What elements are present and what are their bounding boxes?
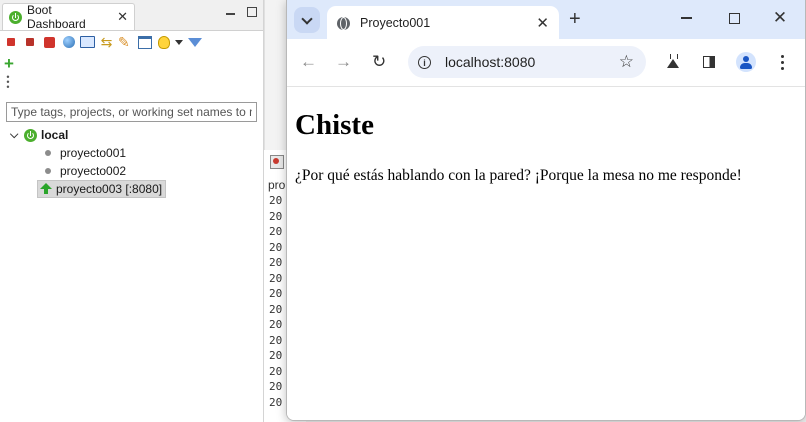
start-icon[interactable] bbox=[4, 35, 19, 50]
port-forward-icon[interactable]: ⇆ bbox=[99, 34, 114, 50]
chrome-titlebar: Proyecto001 ✕ + ✕ bbox=[287, 0, 805, 40]
bookmark-star-icon[interactable]: ☆ bbox=[619, 52, 634, 72]
new-tab-button[interactable]: + bbox=[569, 8, 581, 30]
forward-button[interactable]: → bbox=[335, 53, 352, 71]
console-output: 20 20 20 20 20 20 20 20 20 20 20 20 20 2… bbox=[269, 193, 282, 410]
boot-dashboard-toolbar: ⇆ ✎ bbox=[0, 31, 263, 53]
minimize-icon bbox=[680, 17, 692, 19]
minimize-button[interactable] bbox=[678, 10, 694, 26]
tree-item-label: proyecto001 bbox=[60, 146, 127, 160]
console-line: 20 bbox=[269, 302, 283, 316]
properties-icon[interactable] bbox=[137, 35, 152, 50]
open-console-icon[interactable] bbox=[80, 35, 95, 50]
site-info-icon[interactable]: i bbox=[418, 55, 431, 69]
labs-flask-icon[interactable] bbox=[667, 54, 679, 68]
stopped-status-icon bbox=[45, 150, 51, 156]
omnibox[interactable]: i localhost:8080 ☆ bbox=[408, 46, 646, 78]
tree-item-proyecto002[interactable]: proyecto002 bbox=[0, 162, 263, 180]
chevron-down-icon[interactable] bbox=[175, 35, 183, 50]
more-options-icon[interactable]: • • • bbox=[4, 72, 12, 91]
tree-node-label: local bbox=[41, 128, 69, 142]
add-icon[interactable]: + bbox=[4, 55, 19, 72]
close-icon[interactable]: ✕ bbox=[117, 9, 128, 25]
view-window-controls bbox=[226, 7, 257, 17]
lightbulb-icon[interactable] bbox=[156, 35, 171, 50]
console-line: 20 bbox=[269, 225, 283, 238]
chevron-down-icon[interactable]: ⌵ bbox=[10, 129, 20, 142]
tab-search-button[interactable] bbox=[294, 7, 320, 33]
reload-button[interactable]: ↻ bbox=[372, 53, 386, 71]
spring-boot-icon bbox=[9, 10, 22, 24]
edit-icon[interactable]: ✎ bbox=[118, 34, 133, 50]
maximize-icon[interactable] bbox=[247, 7, 257, 17]
open-browser-icon[interactable] bbox=[61, 35, 76, 50]
filter-input[interactable] bbox=[6, 102, 257, 122]
tree-item-proyecto001[interactable]: proyecto001 bbox=[0, 144, 263, 162]
page-heading: Chiste bbox=[295, 109, 374, 141]
console-line: 20 bbox=[269, 271, 283, 285]
console-line: 20 bbox=[269, 194, 283, 207]
console-line: 20 bbox=[269, 318, 283, 331]
console-line: 20 bbox=[269, 256, 283, 269]
tree-item-label: proyecto003 [:8080] bbox=[56, 182, 163, 196]
console-icon[interactable] bbox=[270, 155, 284, 169]
spring-boot-icon bbox=[24, 128, 37, 142]
running-arrow-icon bbox=[40, 183, 52, 194]
tree-item-proyecto003[interactable]: proyecto003 [:8080] bbox=[0, 180, 263, 198]
profile-avatar-icon[interactable] bbox=[736, 52, 756, 72]
chrome-window: Proyecto001 ✕ + ✕ ← → ↻ i localhost:8080… bbox=[286, 0, 806, 421]
boot-dashboard-tab[interactable]: Boot Dashboard ✕ bbox=[2, 3, 135, 31]
maximize-button[interactable] bbox=[726, 10, 742, 26]
browser-tab[interactable]: Proyecto001 ✕ bbox=[327, 6, 559, 40]
url-text[interactable]: localhost:8080 bbox=[445, 54, 535, 70]
tree-node-local[interactable]: ⌵ local bbox=[0, 126, 263, 144]
stop-icon[interactable] bbox=[42, 35, 57, 50]
filter-icon[interactable] bbox=[187, 35, 202, 50]
console-line: 20 bbox=[269, 380, 283, 393]
minimize-icon[interactable] bbox=[226, 13, 235, 15]
tab-title: Proyecto001 bbox=[360, 16, 431, 30]
console-line: 20 bbox=[269, 333, 283, 347]
globe-icon bbox=[337, 16, 350, 30]
back-button[interactable]: ← bbox=[300, 53, 317, 71]
tree-item-label: proyecto002 bbox=[60, 164, 127, 178]
debug-icon[interactable] bbox=[23, 35, 38, 50]
boot-dashboard-tab-title: Boot Dashboard bbox=[27, 3, 86, 31]
boot-dashboard-toolbar-row3: • • • bbox=[0, 72, 263, 91]
boot-dashboard-toolbar-row2: + bbox=[0, 53, 263, 73]
close-icon[interactable]: ✕ bbox=[536, 14, 549, 32]
maximize-icon bbox=[728, 12, 740, 24]
view-tab-bar: Boot Dashboard ✕ bbox=[0, 0, 263, 31]
console-line: 20 bbox=[269, 209, 283, 223]
boot-dashboard-view: Boot Dashboard ✕ ⇆ ✎ + • • • Type tags, … bbox=[0, 0, 264, 422]
address-bar-row: ← → ↻ i localhost:8080 ☆ bbox=[287, 39, 805, 87]
page-paragraph: ¿Por qué estás hablando con la pared? ¡P… bbox=[295, 167, 742, 184]
boot-dashboard-tree: ⌵ local proyecto001 proyecto002 proyecto… bbox=[0, 126, 263, 198]
window-close-button[interactable]: ✕ bbox=[772, 8, 788, 27]
console-line: 20 bbox=[269, 240, 283, 254]
console-line: 20 bbox=[269, 364, 283, 378]
chevron-down-icon bbox=[301, 12, 313, 25]
console-line: 20 bbox=[269, 349, 283, 362]
page-viewport: Chiste ¿Por qué estás hablando con la pa… bbox=[287, 87, 805, 420]
console-header: pro bbox=[268, 178, 286, 192]
stopped-status-icon bbox=[45, 168, 51, 174]
console-line: 20 bbox=[269, 287, 283, 300]
side-panel-icon[interactable] bbox=[703, 56, 715, 68]
selected-item[interactable]: proyecto003 [:8080] bbox=[37, 180, 167, 198]
console-line: 20 bbox=[269, 395, 283, 409]
kebab-menu-icon[interactable] bbox=[781, 55, 784, 73]
